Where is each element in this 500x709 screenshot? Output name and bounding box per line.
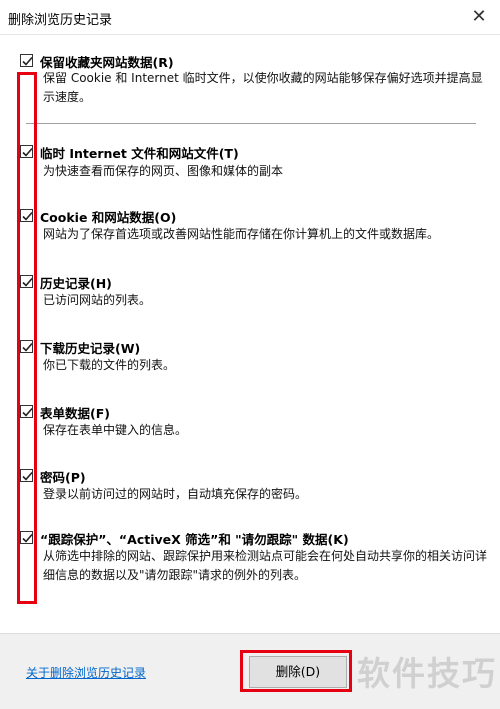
option-description: 你已下载的文件的列表。 <box>43 358 176 372</box>
option-label: 历史记录(H) <box>40 276 112 291</box>
checkbox-keep-favorites[interactable] <box>20 54 33 67</box>
option-label: 下载历史记录(W) <box>40 341 141 356</box>
delete-button[interactable]: 删除(D) <box>249 656 347 688</box>
option-description: 为快速查看而保存的网页、图像和媒体的副本 <box>43 164 284 178</box>
window-title: 删除浏览历史记录 <box>8 13 113 28</box>
option-label: 临时 Internet 文件和网站文件(T) <box>40 146 239 161</box>
title-bar: 删除浏览历史记录 ✕ <box>0 0 500 35</box>
option-label: Cookie 和网站数据(O) <box>40 210 177 225</box>
option-description: 保留 Cookie 和 Internet 临时文件，以使你收藏的网站能够保存偏好… <box>43 71 483 104</box>
option-description: 登录以前访问过的网站时，自动填充保存的密码。 <box>43 487 308 501</box>
watermark: 软件技巧 <box>357 654 497 693</box>
close-icon[interactable]: ✕ <box>464 2 494 32</box>
option-label: “跟踪保护”、“ActiveX 筛选”和 "请勿跟踪" 数据(K) <box>40 532 349 547</box>
option-description: 从筛选中排除的网站、跟踪保护用来检测站点可能会在何处自动共享你的相关访问详细信息… <box>43 549 488 582</box>
options-panel: 保留收藏夹网站数据(R) 保留 Cookie 和 Internet 临时文件，以… <box>0 35 500 635</box>
option-label: 表单数据(F) <box>40 406 110 421</box>
divider <box>26 123 476 124</box>
checkmark-icon <box>22 56 33 66</box>
highlight-outline-checkboxes <box>17 72 37 604</box>
about-delete-history-link[interactable]: 关于删除浏览历史记录 <box>26 664 146 681</box>
option-label: 密码(P) <box>40 470 86 485</box>
option-description: 已访问网站的列表。 <box>43 293 152 307</box>
option-description: 网站为了保存首选项或改善网站性能而存储在你计算机上的文件或数据库。 <box>43 227 440 241</box>
option-description: 保存在表单中键入的信息。 <box>43 423 188 437</box>
